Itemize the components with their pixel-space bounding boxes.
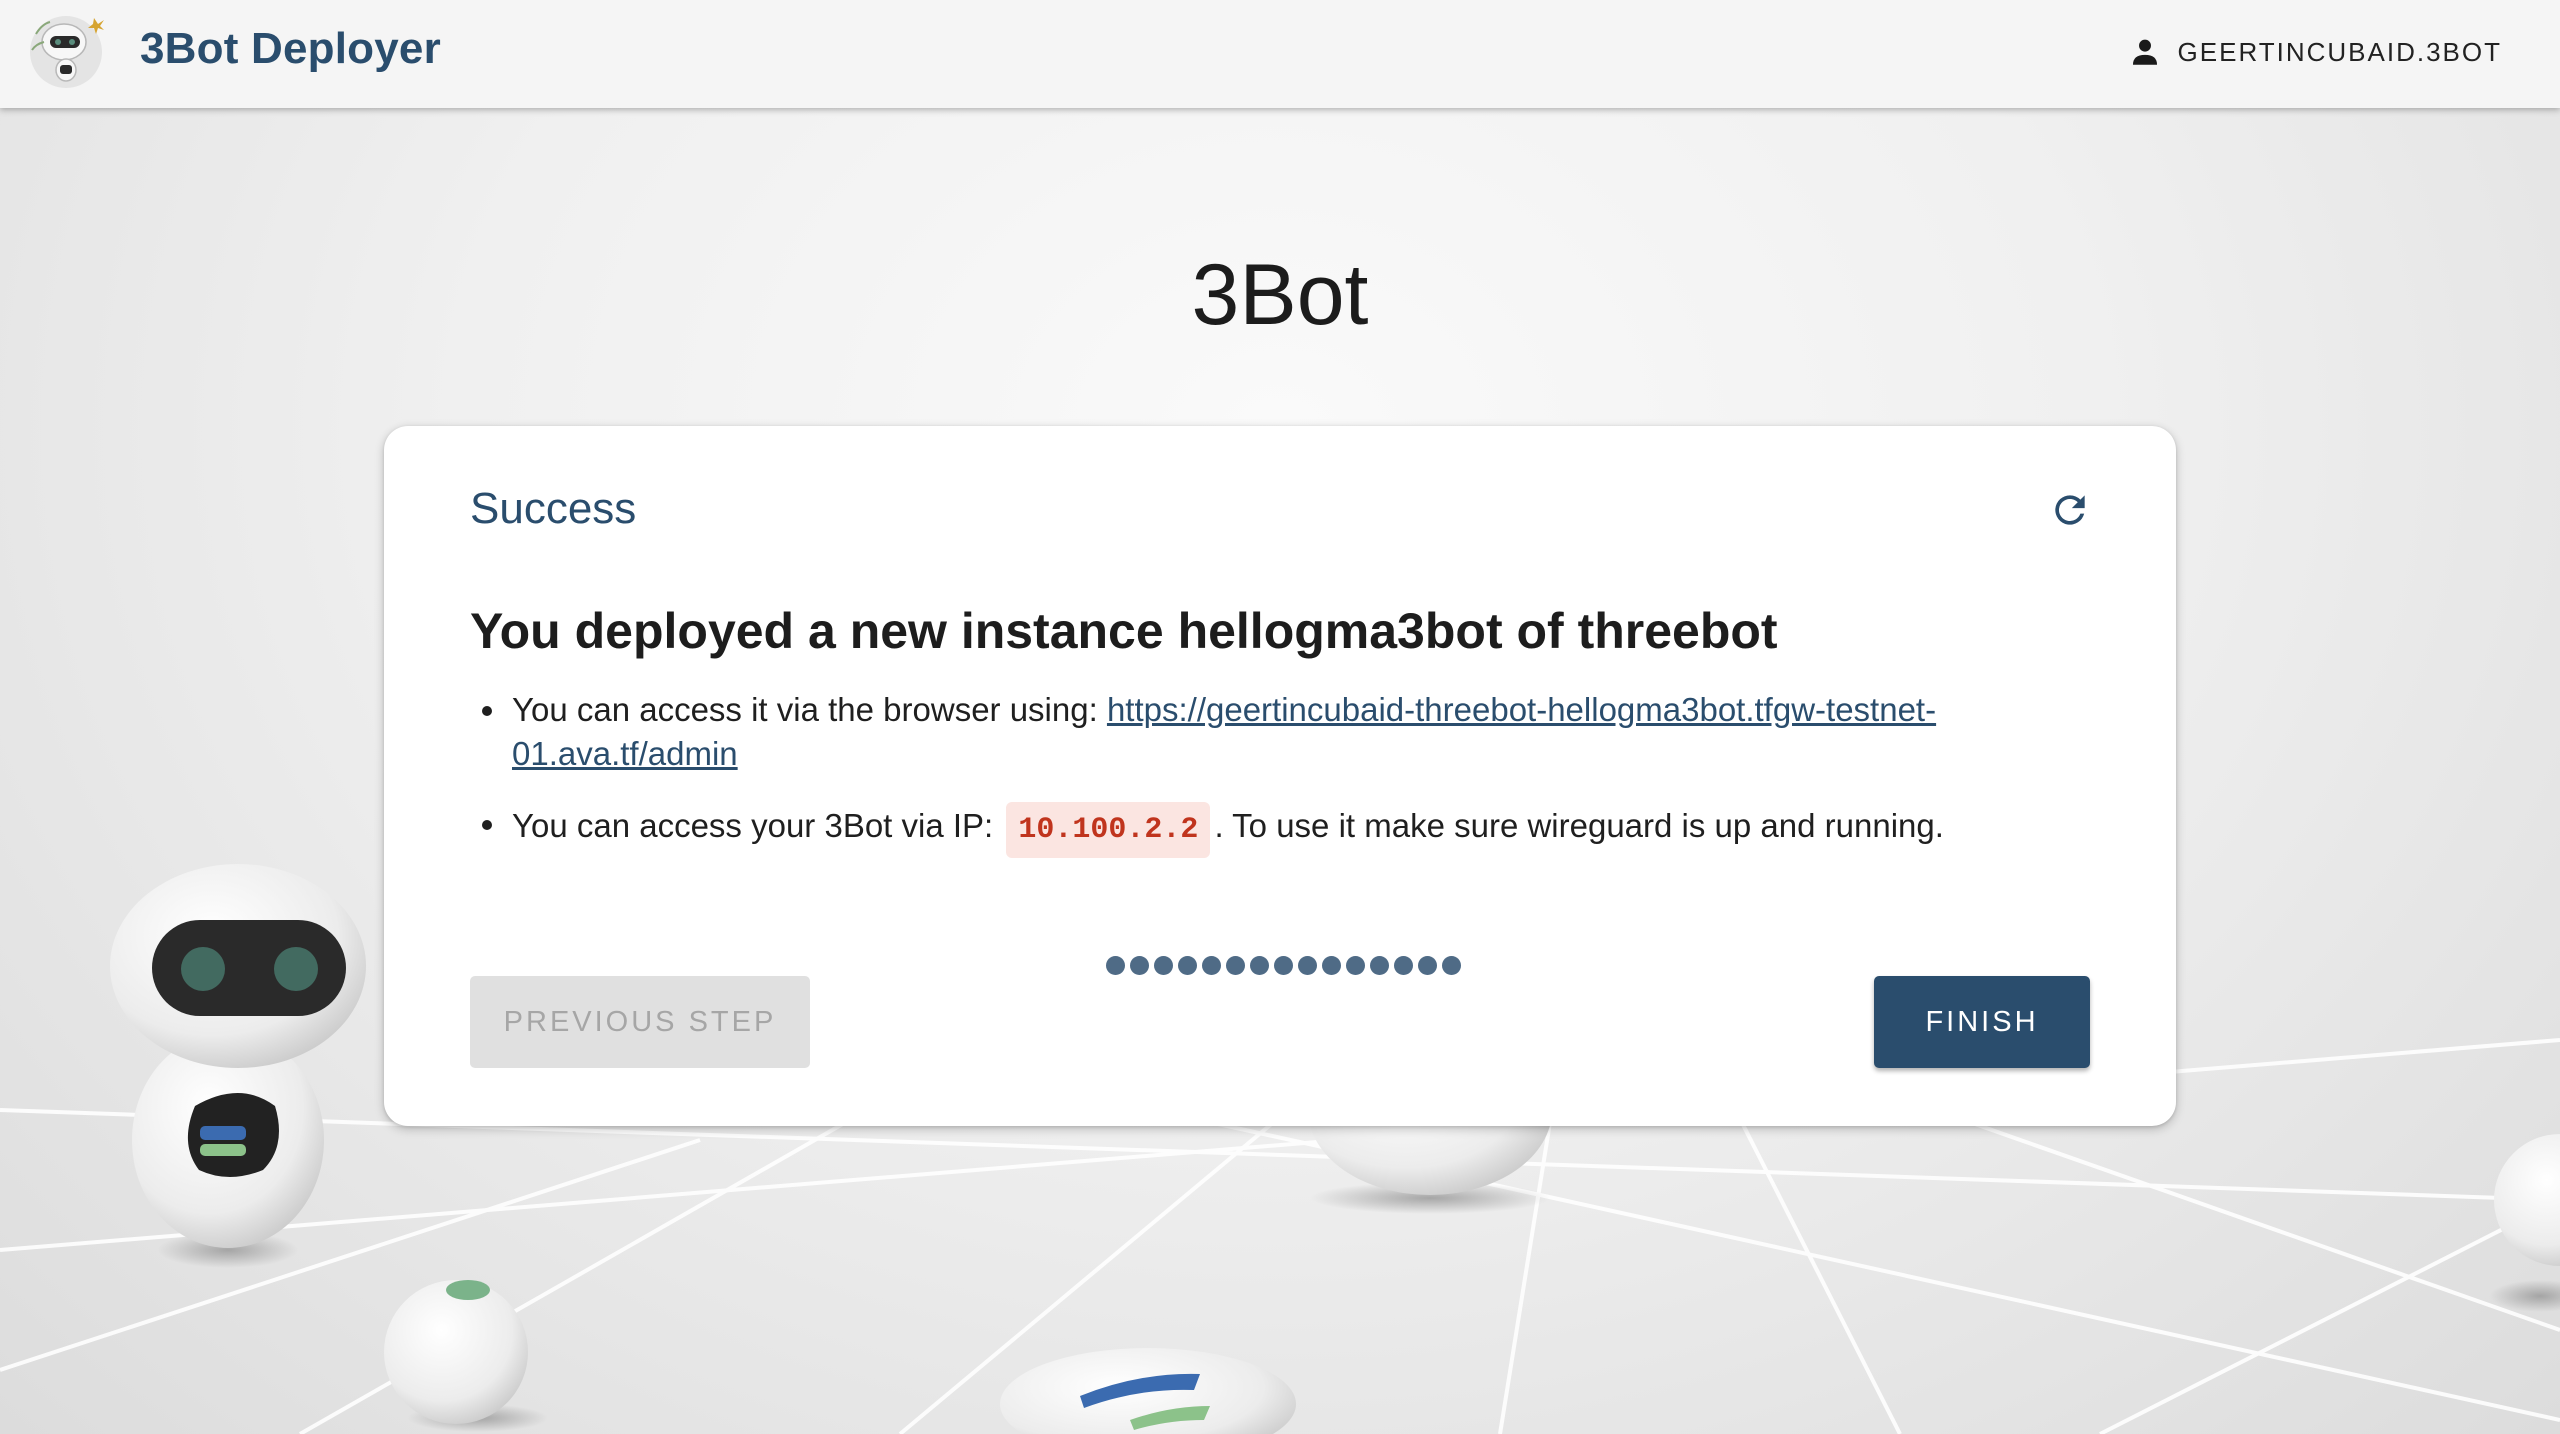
user-account-button[interactable]: GEERTINCUBAID.3BOT	[2128, 30, 2502, 74]
ip-access-text: You can access your 3Bot via IP:	[512, 807, 1003, 844]
browser-access-text: You can access it via the browser using:	[512, 691, 1107, 728]
wireguard-note: . To use it make sure wireguard is up an…	[1214, 807, 1944, 844]
step-dot	[1394, 956, 1413, 975]
top-app-bar: 3Bot Deployer GEERTINCUBAID.3BOT	[0, 0, 2560, 108]
app-title[interactable]: 3Bot Deployer	[140, 24, 441, 74]
step-dot	[1442, 956, 1461, 975]
user-name: GEERTINCUBAID.3BOT	[2177, 36, 2502, 67]
account-icon	[2132, 39, 2157, 65]
step-dot	[1130, 956, 1149, 975]
step-dot	[1370, 956, 1389, 975]
page-title: 3Bot	[1191, 247, 1369, 343]
step-dot	[1418, 956, 1437, 975]
refresh-button[interactable]	[2046, 486, 2094, 534]
refresh-icon	[2055, 495, 2085, 525]
step-title: Success	[470, 484, 637, 533]
step-dot	[1298, 956, 1317, 975]
step-dot	[1178, 956, 1197, 975]
step-dot	[1250, 956, 1269, 975]
step-dot	[1226, 956, 1245, 975]
ip-access-item: You can access your 3Bot via IP: 10.100.…	[470, 802, 2030, 858]
step-progress-dots	[1106, 956, 1461, 978]
access-info-list: You can access it via the browser using:…	[470, 688, 2030, 858]
step-dot	[1346, 956, 1365, 975]
deployment-result-card: Success You deployed a new instance hell…	[384, 426, 2176, 1126]
previous-step-button[interactable]: PREVIOUS STEP	[470, 976, 810, 1068]
step-dot	[1154, 956, 1173, 975]
finish-button[interactable]: FINISH	[1874, 976, 2090, 1068]
result-heading: You deployed a new instance hellogma3bot…	[470, 603, 1778, 659]
step-dot	[1322, 956, 1341, 975]
browser-access-item: You can access it via the browser using:…	[470, 688, 2030, 776]
ip-address: 10.100.2.2	[1006, 802, 1211, 858]
step-dot	[1106, 956, 1125, 975]
step-dot	[1274, 956, 1293, 975]
3bot-robot-logo-icon[interactable]	[24, 6, 114, 96]
step-dot	[1202, 956, 1221, 975]
